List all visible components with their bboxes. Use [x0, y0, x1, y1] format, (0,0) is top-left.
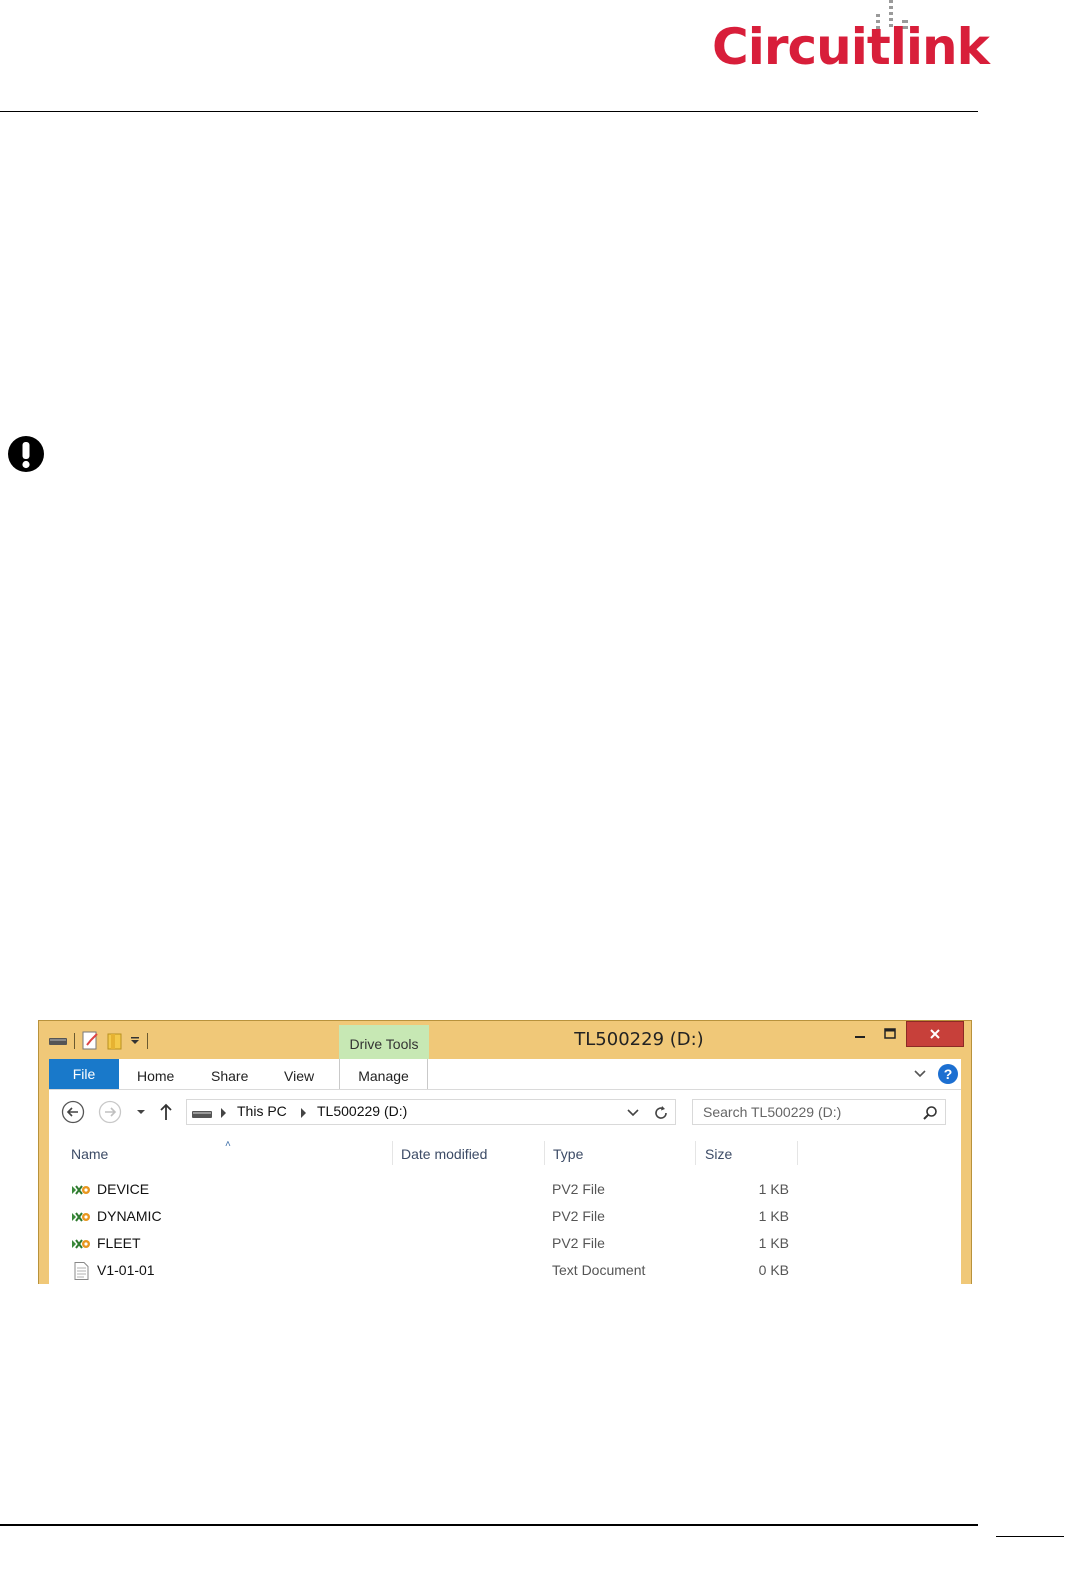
breadcrumb-this-pc[interactable]: This PC — [237, 1103, 287, 1119]
breadcrumb-arrow-icon[interactable] — [221, 1108, 226, 1118]
file-explorer-window: Drive Tools TL500229 (D:) File Home Shar… — [38, 1020, 972, 1284]
close-button[interactable] — [906, 1021, 964, 1047]
new-folder-icon[interactable] — [107, 1032, 123, 1050]
chevron-down-icon[interactable] — [627, 1108, 639, 1118]
file-type: PV2 File — [552, 1181, 605, 1197]
tab-share[interactable]: Share — [211, 1059, 248, 1089]
drive-tools-contextual-tab[interactable]: Drive Tools — [339, 1025, 429, 1059]
breadcrumb-drive[interactable]: TL500229 (D:) — [317, 1103, 407, 1119]
customize-toolbar-icon[interactable] — [130, 1036, 140, 1046]
window-title: TL500229 (D:) — [574, 1029, 704, 1050]
toolbar-separator — [147, 1033, 148, 1049]
tab-view[interactable]: View — [284, 1059, 314, 1089]
column-size[interactable]: Size — [705, 1146, 732, 1162]
file-row[interactable]: DYNAMIC PV2 File 1 KB — [49, 1204, 961, 1231]
file-name: FLEET — [97, 1235, 141, 1251]
maximize-button[interactable] — [875, 1021, 905, 1047]
maximize-icon — [884, 1028, 896, 1039]
file-type: Text Document — [552, 1262, 646, 1278]
toolbar-separator — [74, 1033, 75, 1049]
page-number-rule — [996, 1536, 1064, 1537]
file-name: DYNAMIC — [97, 1208, 162, 1224]
navigation-bar: This PC TL500229 (D:) Search TL500229 (D… — [49, 1090, 961, 1130]
file-size: 0 KB — [758, 1262, 789, 1278]
column-name[interactable]: Name — [71, 1146, 108, 1162]
up-arrow-icon[interactable] — [158, 1100, 174, 1124]
refresh-icon[interactable] — [653, 1105, 669, 1121]
minimize-button[interactable] — [845, 1021, 875, 1047]
exclamation-circle-icon — [8, 436, 44, 472]
file-size: 1 KB — [758, 1208, 789, 1224]
file-name: DEVICE — [97, 1181, 150, 1197]
column-divider[interactable] — [544, 1141, 545, 1165]
drive-icon[interactable] — [49, 1036, 67, 1046]
tab-manage[interactable]: Manage — [339, 1059, 428, 1089]
back-arrow-icon[interactable] — [61, 1100, 85, 1124]
pv2-file-icon — [72, 1212, 90, 1222]
logo-wordmark: Circuitlink — [712, 18, 990, 76]
column-headers: ˄ Name Date modified Type Size — [49, 1139, 961, 1171]
column-divider[interactable] — [797, 1141, 798, 1165]
ribbon-tabs: File Home Share View Manage ? — [49, 1059, 961, 1090]
tab-home[interactable]: Home — [137, 1059, 174, 1089]
close-icon — [930, 1029, 940, 1039]
file-size: 1 KB — [758, 1235, 789, 1251]
file-list: DEVICE PV2 File 1 KB DYNAMIC PV2 File 1 … — [49, 1177, 961, 1284]
file-row[interactable]: FLEET PV2 File 1 KB — [49, 1231, 961, 1258]
column-divider[interactable] — [392, 1141, 393, 1165]
forward-arrow-icon[interactable] — [98, 1100, 122, 1124]
column-date-modified[interactable]: Date modified — [401, 1146, 487, 1162]
file-size: 1 KB — [758, 1181, 789, 1197]
pv2-file-icon — [72, 1239, 90, 1249]
address-bar[interactable]: This PC TL500229 (D:) — [186, 1099, 676, 1125]
footer-divider — [0, 1524, 978, 1526]
file-row[interactable]: DEVICE PV2 File 1 KB — [49, 1177, 961, 1204]
pv2-file-icon — [72, 1185, 90, 1195]
quick-access-toolbar — [49, 1031, 148, 1051]
explorer-content: File Home Share View Manage ? This PC TL… — [49, 1059, 961, 1284]
circuitlink-logo: Circuitlink — [712, 0, 990, 80]
file-name: V1-01-01 — [97, 1262, 155, 1278]
chevron-down-icon[interactable] — [913, 1067, 927, 1081]
sort-ascending-icon: ˄ — [225, 1139, 231, 1150]
drive-icon — [192, 1111, 212, 1118]
search-input[interactable]: Search TL500229 (D:) — [692, 1099, 946, 1125]
text-document-icon — [74, 1262, 89, 1280]
title-bar[interactable]: Drive Tools TL500229 (D:) — [39, 1021, 971, 1059]
search-placeholder: Search TL500229 (D:) — [703, 1104, 842, 1120]
properties-icon[interactable] — [82, 1031, 100, 1051]
recent-locations-icon[interactable] — [134, 1100, 148, 1124]
file-type: PV2 File — [552, 1208, 605, 1224]
tab-file[interactable]: File — [49, 1059, 119, 1089]
minimize-icon — [855, 1036, 865, 1038]
header-divider — [0, 111, 978, 112]
search-icon[interactable] — [922, 1105, 938, 1121]
breadcrumb-arrow-icon[interactable] — [301, 1108, 306, 1118]
column-type[interactable]: Type — [553, 1146, 583, 1162]
file-type: PV2 File — [552, 1235, 605, 1251]
column-divider[interactable] — [695, 1141, 696, 1165]
file-row[interactable]: V1-01-01 Text Document 0 KB — [49, 1258, 961, 1284]
help-icon[interactable]: ? — [938, 1064, 958, 1084]
